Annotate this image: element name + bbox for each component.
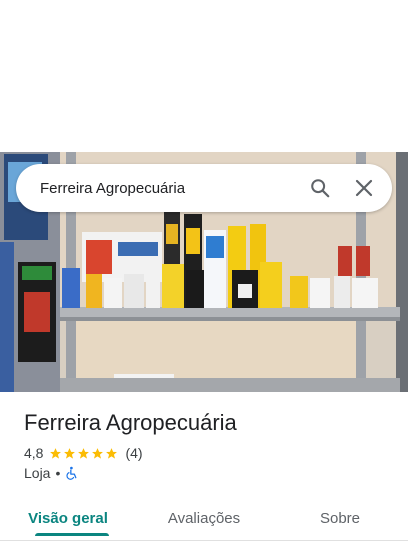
search-bar[interactable]: Ferreira Agropecuária: [16, 164, 392, 212]
star-rating: [49, 447, 119, 460]
map-blank-area: [0, 0, 408, 152]
category-row: Loja •: [24, 465, 79, 481]
star-icon: [78, 447, 90, 459]
star-icon: [92, 447, 104, 459]
wheelchair-icon: [66, 466, 77, 480]
search-icon: [311, 179, 330, 198]
close-button[interactable]: [342, 164, 386, 212]
star-icon: [106, 447, 118, 459]
tab-about[interactable]: Sobre: [272, 496, 408, 540]
separator-dot: •: [55, 465, 61, 481]
review-count: (4): [125, 445, 143, 461]
tab-reviews[interactable]: Avaliações: [136, 496, 272, 540]
close-icon: [355, 179, 373, 197]
star-icon: [50, 447, 62, 459]
tab-overview[interactable]: Visão geral: [0, 496, 136, 540]
search-button[interactable]: [298, 164, 342, 212]
rating-value: 4,8: [24, 445, 44, 461]
rating-row[interactable]: 4,8 (4): [24, 445, 143, 461]
tab-bar: Visão geral Avaliações Sobre: [0, 496, 408, 540]
star-icon: [64, 447, 76, 459]
place-title: Ferreira Agropecuária: [24, 410, 237, 435]
place-details-sheet: Ferreira Agropecuária 4,8 (4) Loja • Vis…: [0, 392, 408, 544]
search-input[interactable]: Ferreira Agropecuária: [16, 180, 298, 197]
tabs-divider: [0, 540, 408, 541]
category-label: Loja: [24, 465, 51, 481]
